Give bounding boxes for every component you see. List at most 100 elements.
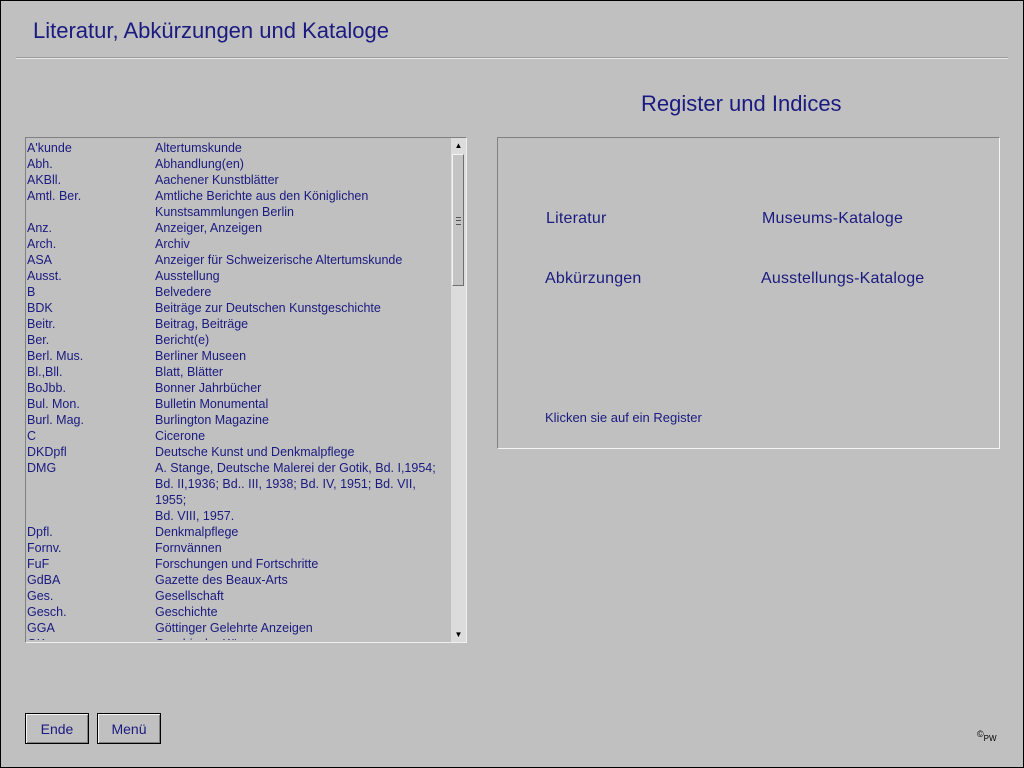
- abbreviation-expansion: Fornvännen: [155, 541, 222, 555]
- abbreviation: Gesch.: [27, 605, 67, 619]
- list-item[interactable]: FuF Forschungen und Fortschritte: [26, 556, 450, 572]
- list-item[interactable]: Berl. Mus. Berliner Museen: [26, 348, 450, 364]
- abbreviation-expansion: Geschichte: [155, 605, 218, 619]
- menu-button[interactable]: Menü: [97, 713, 161, 744]
- scroll-up-arrow-icon[interactable]: ▲: [451, 138, 466, 153]
- abbreviation: [26, 508, 155, 524]
- abbreviation-expansion: A. Stange, Deutsche Malerei der Gotik, B…: [155, 461, 436, 475]
- abbreviation-expansion: Amtliche Berichte aus den Königlichen: [155, 189, 369, 203]
- register-link-ausstellungs-kataloge[interactable]: Ausstellungs-Kataloge: [761, 270, 924, 288]
- list-item[interactable]: Bd. II,1936; Bd.. III, 1938; Bd. IV, 195…: [26, 476, 450, 508]
- abbreviation-expansion: Ausstellung: [155, 269, 220, 283]
- abbreviation-expansion: Forschungen und Fortschritte: [155, 557, 319, 571]
- abbreviation-expansion: Belvedere: [155, 285, 212, 299]
- abbreviation: C: [27, 429, 37, 443]
- abbreviation: A'kunde: [27, 141, 72, 155]
- list-item[interactable]: Bd. VIII, 1957.: [26, 508, 450, 524]
- abbreviation-list[interactable]: A'kunde Altertumskunde Abh. Abhandlung(en) A…: [25, 137, 467, 643]
- abbreviation-expansion: Bulletin Monumental: [155, 397, 269, 411]
- list-item[interactable]: Anz. Anzeiger, Anzeigen: [26, 220, 450, 236]
- abbreviation-expansion: Abhandlung(en): [155, 157, 244, 171]
- scroll-thumb[interactable]: [452, 154, 464, 286]
- abbreviation-list-content: A'kunde Altertumskunde Abh. Abhandlung(en) A…: [26, 140, 450, 640]
- abbreviation-expansion: Göttinger Gelehrte Anzeigen: [155, 621, 313, 635]
- abbreviation-expansion: Bericht(e): [155, 333, 210, 347]
- title-divider: [16, 57, 1008, 59]
- abbreviation: Abh.: [27, 157, 53, 171]
- list-item[interactable]: Amtl. Ber. Amtliche Berichte aus den Köni…: [26, 188, 450, 204]
- list-item[interactable]: Dpfl. Denkmalpflege: [26, 524, 450, 540]
- abbreviation: GdBA: [27, 573, 61, 587]
- register-link-literatur[interactable]: Literatur: [546, 210, 607, 228]
- list-item[interactable]: Ges. Gesellschaft: [26, 588, 450, 604]
- abbreviation: DKDpfl: [27, 445, 67, 459]
- abbreviation-expansion: Berliner Museen: [155, 349, 247, 363]
- list-item[interactable]: Beitr. Beitrag, Beiträge: [26, 316, 450, 332]
- list-item[interactable]: GdBA Gazette des Beaux-Arts: [26, 572, 450, 588]
- list-item[interactable]: Bl.,Bll. Blatt, Blätter: [26, 364, 450, 380]
- list-item[interactable]: GKGraphische Künste: [26, 636, 450, 640]
- list-item[interactable]: Fornv. Fornvännen: [26, 540, 450, 556]
- list-scrollbar[interactable]: ▲ ▼: [451, 138, 466, 642]
- abbreviation: ASA: [27, 253, 53, 267]
- abbreviation: Burl. Mag.: [27, 413, 84, 427]
- abbreviation: Bl.,Bll.: [27, 365, 63, 379]
- abbreviation-expansion: Anzeiger für Schweizerische Altertumskun…: [155, 253, 403, 267]
- list-item[interactable]: C Cicerone: [26, 428, 450, 444]
- abbreviation-expansion: Altertumskunde: [155, 141, 242, 155]
- list-item[interactable]: Burl. Mag. Burlington Magazine: [26, 412, 450, 428]
- copyright-symbol: ©: [977, 729, 984, 739]
- list-item[interactable]: Kunstsammlungen Berlin: [26, 204, 450, 220]
- list-item[interactable]: Ausst. Ausstellung: [26, 268, 450, 284]
- list-item[interactable]: Abh. Abhandlung(en): [26, 156, 450, 172]
- abbreviation-expansion: Blatt, Blätter: [155, 365, 224, 379]
- abbreviation: [26, 204, 155, 220]
- list-item[interactable]: Ber. Bericht(e): [26, 332, 450, 348]
- abbreviation: GGA: [27, 621, 55, 635]
- abbreviation: GK: [26, 636, 155, 640]
- abbreviation: [26, 476, 155, 508]
- list-item[interactable]: ASA Anzeiger für Schweizerische Altertums…: [26, 252, 450, 268]
- abbreviation-expansion: Denkmalpflege: [155, 525, 239, 539]
- abbreviation: DMG: [27, 461, 57, 475]
- abbreviation: B: [27, 285, 36, 299]
- abbreviation-expansion: Deutsche Kunst und Denkmalpflege: [155, 445, 355, 459]
- page-title: Literatur, Abkürzungen und Kataloge: [33, 18, 389, 43]
- list-item[interactable]: A'kunde Altertumskunde: [26, 140, 450, 156]
- list-item[interactable]: B Belvedere: [26, 284, 450, 300]
- list-item[interactable]: Bul. Mon. Bulletin Monumental: [26, 396, 450, 412]
- abbreviation: Amtl. Ber.: [27, 189, 82, 203]
- abbreviation: Ausst.: [27, 269, 62, 283]
- list-item[interactable]: BDK Beiträge zur Deutschen Kunstgeschicht…: [26, 300, 450, 316]
- abbreviation: Dpfl.: [27, 525, 53, 539]
- list-item[interactable]: DMG A. Stange, Deutsche Malerei der Gotik…: [26, 460, 450, 476]
- abbreviation: AKBll.: [27, 173, 62, 187]
- list-item[interactable]: DKDpfl Deutsche Kunst und Denkmalpflege: [26, 444, 450, 460]
- abbreviation: FuF: [27, 557, 50, 571]
- abbreviation-expansion: Archiv: [155, 237, 190, 251]
- copyright-mark: ©PW: [977, 729, 997, 743]
- abbreviation: BDK: [27, 301, 53, 315]
- register-title: Register und Indices: [641, 91, 842, 116]
- abbreviation-expansion: Gesellschaft: [155, 589, 224, 603]
- abbreviation-expansion: Bd. VIII, 1957.: [155, 509, 235, 523]
- abbreviation: Berl. Mus.: [27, 349, 84, 363]
- list-item[interactable]: Arch. Archiv: [26, 236, 450, 252]
- register-link-museums-kataloge[interactable]: Museums-Kataloge: [762, 210, 903, 228]
- list-item[interactable]: BoJbb. Bonner Jahrbücher: [26, 380, 450, 396]
- abbreviation: BoJbb.: [27, 381, 66, 395]
- abbreviation: Ber.: [27, 333, 50, 347]
- abbreviation: Bul. Mon.: [27, 397, 80, 411]
- abbreviation-expansion: Graphische Künste: [155, 636, 447, 640]
- abbreviation-expansion: Aachener Kunstblätter: [155, 173, 279, 187]
- abbreviation: Fornv.: [27, 541, 62, 555]
- abbreviation-expansion: Beiträge zur Deutschen Kunstgeschichte: [155, 301, 381, 315]
- end-button[interactable]: Ende: [25, 713, 89, 744]
- register-link-abkuerzungen[interactable]: Abkürzungen: [545, 270, 642, 288]
- abbreviation-expansion: Beitrag, Beiträge: [155, 317, 249, 331]
- list-item[interactable]: AKBll. Aachener Kunstblätter: [26, 172, 450, 188]
- scroll-down-arrow-icon[interactable]: ▼: [451, 627, 466, 642]
- abbreviation: Anz.: [27, 221, 53, 235]
- list-item[interactable]: Gesch. Geschichte: [26, 604, 450, 620]
- list-item[interactable]: GGA Göttinger Gelehrte Anzeigen: [26, 620, 450, 636]
